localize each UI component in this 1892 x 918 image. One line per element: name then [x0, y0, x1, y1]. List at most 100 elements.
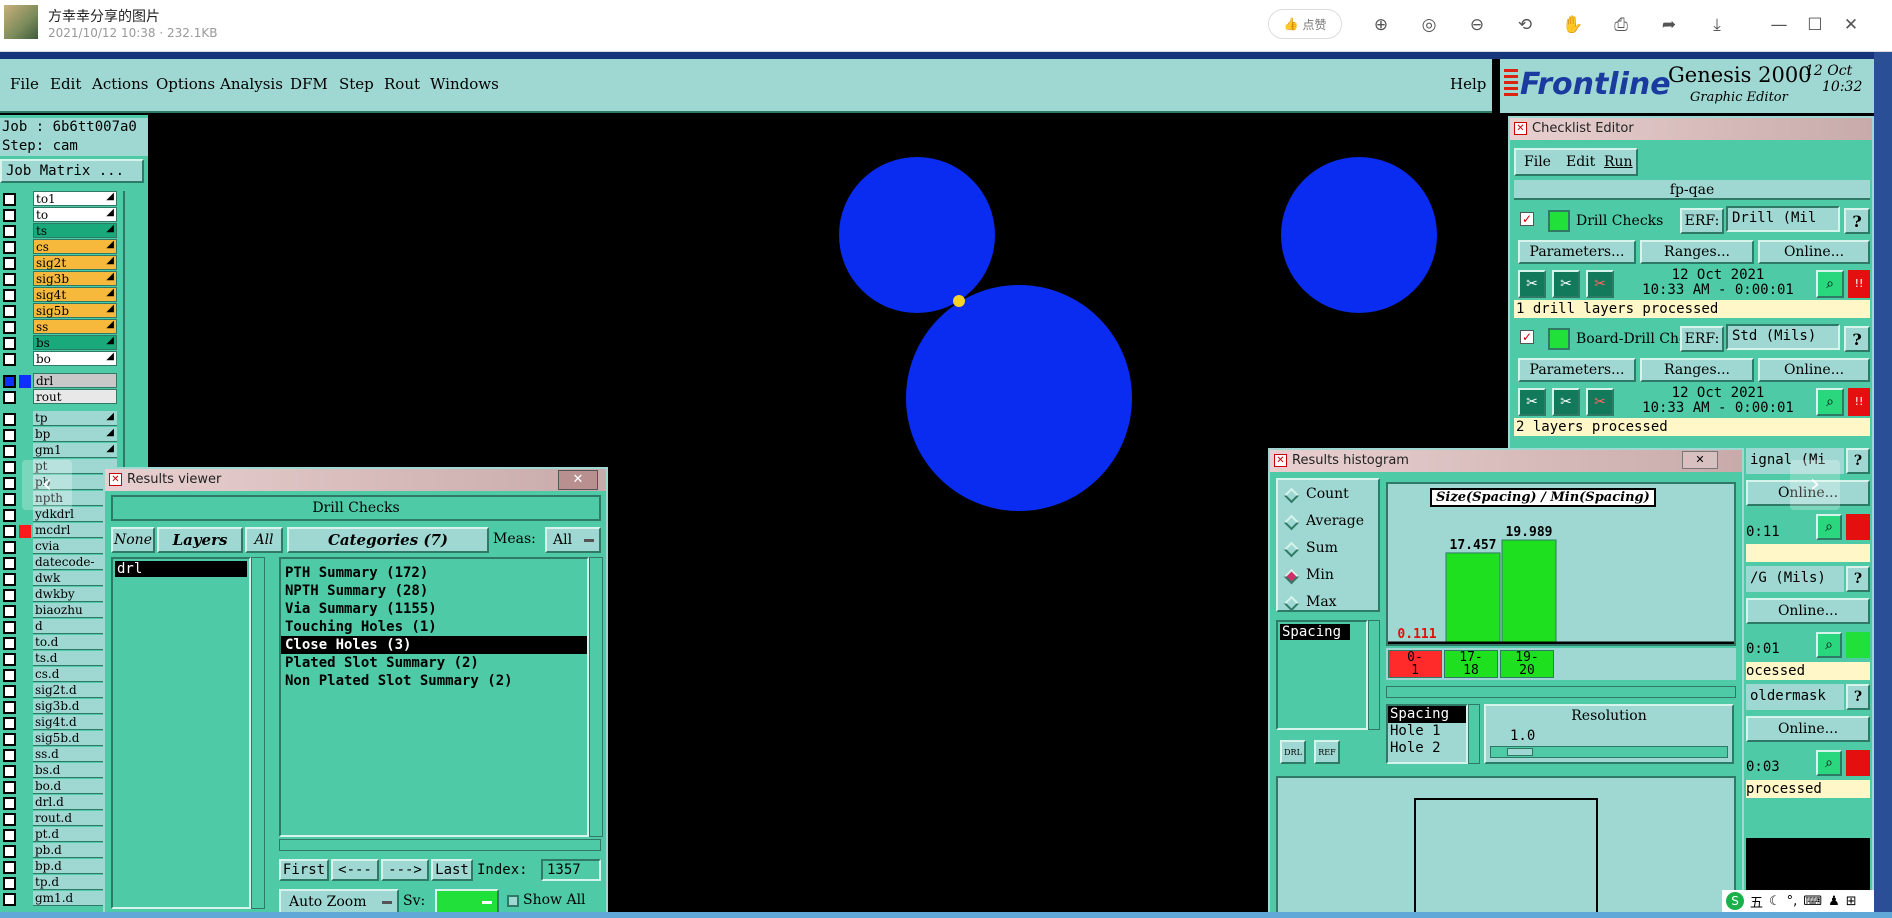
- layer-checkbox[interactable]: [3, 445, 16, 458]
- histogram-bar[interactable]: [1501, 539, 1557, 643]
- stat-option-min[interactable]: Min: [1282, 567, 1378, 587]
- menu-dfm[interactable]: DFM: [290, 75, 328, 93]
- attribute-list-2[interactable]: Spacing Hole 1 Hole 2: [1386, 704, 1468, 764]
- layer-row[interactable]: ss ◢: [0, 319, 120, 335]
- refresh-icon[interactable]: REF: [1314, 740, 1340, 764]
- menu-options[interactable]: Options: [156, 75, 215, 93]
- layer-checkbox[interactable]: [3, 765, 16, 778]
- online-button[interactable]: Online...: [1758, 240, 1870, 264]
- layer-row[interactable]: cvia: [0, 539, 120, 555]
- list-item[interactable]: Plated Slot Summary (2): [281, 654, 587, 672]
- layer-row[interactable]: datecode-: [0, 555, 120, 571]
- layer-name[interactable]: tp: [33, 411, 117, 426]
- layer-checkbox[interactable]: [3, 225, 16, 238]
- erf-field[interactable]: Std (Mils): [1726, 324, 1840, 350]
- layer-row[interactable]: ts.d: [0, 651, 120, 667]
- menu-rout[interactable]: Rout: [384, 75, 420, 93]
- menu-analysis[interactable]: Analysis: [220, 75, 283, 93]
- layer-row[interactable]: gm1.d: [0, 891, 120, 907]
- layer-name[interactable]: cs: [33, 239, 117, 254]
- menu-edit[interactable]: Edit: [50, 75, 81, 93]
- stat-option-average[interactable]: Average: [1282, 513, 1378, 533]
- layer-checkbox[interactable]: [3, 273, 16, 286]
- zoom-in-icon[interactable]: ⊕: [1368, 12, 1394, 38]
- prev-button[interactable]: <---: [331, 859, 379, 881]
- layer-row[interactable]: to ◢: [0, 207, 120, 223]
- layer-row[interactable]: sig2t.d: [0, 683, 120, 699]
- layer-checkbox[interactable]: [3, 305, 16, 318]
- stat-option-count[interactable]: Count: [1282, 486, 1378, 506]
- layer-checkbox[interactable]: [3, 653, 16, 666]
- layer-name[interactable]: bo: [33, 351, 117, 366]
- zoom-out-icon[interactable]: ⊖: [1464, 12, 1490, 38]
- layer-name[interactable]: bp: [33, 427, 117, 442]
- erf-field[interactable]: Drill (Mil: [1726, 206, 1840, 232]
- print-icon[interactable]: ⎙: [1608, 12, 1634, 38]
- list-item[interactable]: Spacing: [1280, 624, 1350, 640]
- layer-row[interactable]: gm1 ◢: [0, 443, 120, 459]
- layer-checkbox[interactable]: [3, 493, 16, 506]
- layer-checkbox[interactable]: [3, 717, 16, 730]
- layer-row[interactable]: cs ◢: [0, 239, 120, 255]
- layer-checkbox[interactable]: [3, 461, 16, 474]
- ranges-button[interactable]: Ranges...: [1640, 240, 1754, 264]
- layer-checkbox[interactable]: [3, 605, 16, 618]
- list-item[interactable]: Hole 2: [1388, 740, 1466, 757]
- layer-row[interactable]: pt.d: [0, 827, 120, 843]
- layer-checkbox[interactable]: [3, 391, 16, 404]
- list-item[interactable]: Hole 1: [1388, 723, 1466, 740]
- layer-name[interactable]: sig4t: [33, 287, 117, 302]
- layer-checkbox[interactable]: [3, 829, 16, 842]
- layer-row[interactable]: to1 ◢: [0, 191, 120, 207]
- download-icon[interactable]: ⤓: [1704, 12, 1730, 38]
- layer-row[interactable]: tp.d: [0, 875, 120, 891]
- layer-checkbox[interactable]: [3, 797, 16, 810]
- layer-checkbox[interactable]: [3, 413, 16, 426]
- layer-row[interactable]: pb.d: [0, 843, 120, 859]
- layer-checkbox[interactable]: [3, 321, 16, 334]
- list-item[interactable]: Via Summary (1155): [281, 600, 587, 618]
- layer-row[interactable]: sig2t ◢: [0, 255, 120, 271]
- layer-name[interactable]: ss: [33, 319, 117, 334]
- layer-checkbox[interactable]: [3, 257, 16, 270]
- all-button[interactable]: All: [245, 527, 283, 553]
- hand-icon[interactable]: ✋: [1560, 12, 1586, 38]
- show-all-checkbox[interactable]: [507, 895, 519, 907]
- category-vscrollbar[interactable]: [589, 557, 603, 837]
- list-item[interactable]: PTH Summary (172): [281, 564, 587, 582]
- layer-row[interactable]: tp ◢: [0, 411, 120, 427]
- close-icon[interactable]: ✕: [1838, 12, 1864, 38]
- menu-windows[interactable]: Windows: [430, 75, 499, 93]
- zoom-results-icon[interactable]: ⌕: [1816, 632, 1842, 658]
- attribute-list-2-scrollbar[interactable]: [1468, 704, 1480, 764]
- layer-row[interactable]: mcdrl: [0, 523, 120, 539]
- none-button[interactable]: None: [111, 527, 155, 553]
- ranges-button[interactable]: Ranges...: [1640, 358, 1754, 382]
- layer-checkbox[interactable]: [3, 621, 16, 634]
- list-item[interactable]: Spacing: [1388, 706, 1466, 723]
- run-check-icon[interactable]: ✂: [1586, 270, 1614, 298]
- layer-checkbox[interactable]: [3, 637, 16, 650]
- maximize-icon[interactable]: ☐: [1802, 12, 1828, 38]
- parameters-button[interactable]: Parameters...: [1518, 240, 1636, 264]
- zoom-results-icon[interactable]: ⌕: [1816, 750, 1842, 776]
- check-enabled-checkbox[interactable]: ✓: [1520, 330, 1534, 344]
- layer-checkbox[interactable]: [3, 845, 16, 858]
- layer-checkbox[interactable]: [3, 589, 16, 602]
- layer-checkbox[interactable]: [3, 701, 16, 714]
- parameters-button[interactable]: Parameters...: [1518, 358, 1636, 382]
- layer-list-scrollbar[interactable]: [251, 557, 265, 909]
- checklist-menu-edit[interactable]: Edit: [1566, 154, 1595, 170]
- rotate-icon[interactable]: ⟲: [1512, 12, 1538, 38]
- erf-field-4[interactable]: /G (Mils): [1746, 566, 1844, 592]
- first-button[interactable]: First: [279, 859, 329, 881]
- layer-row[interactable]: bo.d: [0, 779, 120, 795]
- layer-checkbox[interactable]: [3, 337, 16, 350]
- histogram-titlebar[interactable]: ✕ Results histogram: [1270, 450, 1742, 472]
- layer-row[interactable]: drl: [0, 373, 120, 389]
- category-list[interactable]: PTH Summary (172) NPTH Summary (28) Via Su…: [279, 557, 589, 837]
- layer-name[interactable]: sig2t: [33, 255, 117, 270]
- list-item[interactable]: drl: [115, 561, 247, 577]
- previous-image-icon[interactable]: ‹: [22, 460, 72, 510]
- attribute-list[interactable]: Spacing: [1276, 620, 1368, 730]
